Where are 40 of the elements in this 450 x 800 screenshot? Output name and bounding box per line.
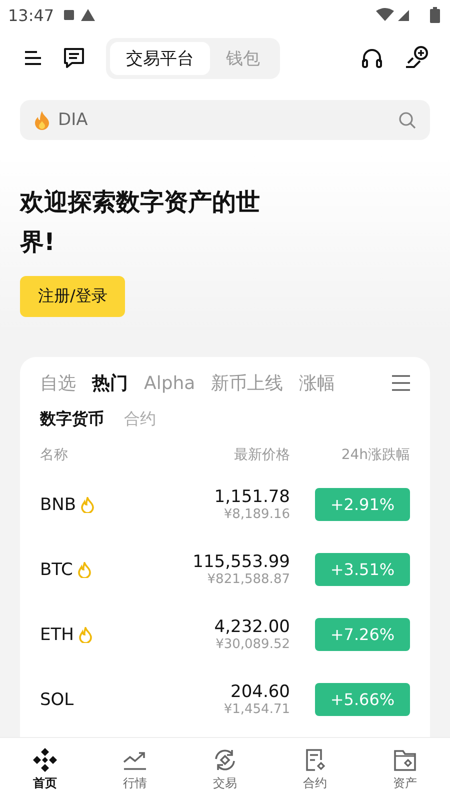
headset-icon[interactable] — [360, 46, 384, 70]
exchange-icon — [212, 746, 238, 772]
last-price: 204.60 — [230, 682, 290, 702]
cny-price: ¥1,454.71 — [224, 702, 290, 717]
welcome-title: 欢迎探索数字资产的世界! — [20, 187, 261, 258]
coin-symbol[interactable]: BNB — [40, 494, 76, 514]
last-price: 115,553.99 — [192, 552, 290, 572]
search-field[interactable]: DIA — [20, 100, 430, 140]
nav-tab[interactable]: 行情 — [90, 738, 180, 800]
coin-symbol[interactable]: SOL — [40, 690, 74, 710]
mode-tab[interactable]: 交易平台 — [110, 42, 210, 74]
status-time: 13:47 — [8, 6, 54, 24]
fire-icon — [34, 110, 50, 130]
cny-price: ¥30,089.52 — [216, 637, 290, 652]
coin-symbol[interactable]: ETH — [40, 624, 74, 644]
change-badge: +7.26% — [315, 618, 410, 651]
change-badge: +5.66% — [315, 683, 410, 716]
search-icon[interactable] — [398, 111, 416, 129]
menu-icon[interactable] — [392, 375, 410, 391]
nav-tab[interactable]: 首页 — [0, 738, 90, 800]
column-header: 名称 — [40, 446, 69, 464]
change-badge: +2.91% — [315, 488, 410, 521]
battery-icon — [430, 7, 440, 23]
market-tab[interactable]: 热门 — [92, 371, 128, 395]
diamond-logo-icon — [32, 746, 58, 772]
nav-tab[interactable]: 合约 — [270, 738, 360, 800]
nav-tab[interactable]: 资产 — [360, 738, 450, 800]
column-header: 24h涨跌幅 — [340, 446, 410, 464]
change-badge: +3.51% — [315, 553, 410, 586]
coin-symbol[interactable]: BTC — [40, 560, 73, 580]
menu-icon[interactable] — [24, 50, 42, 66]
nav-tab[interactable]: 交易 — [180, 738, 270, 800]
chat-icon[interactable] — [62, 46, 86, 70]
column-header: 最新价格 — [233, 446, 290, 464]
cny-price: ¥8,189.16 — [224, 507, 290, 522]
last-price: 1,151.78 — [214, 487, 290, 507]
register-login-button[interactable]: 注册/登录 — [20, 276, 126, 317]
cny-price: ¥821,588.87 — [207, 572, 290, 587]
last-price: 4,232.00 — [214, 617, 290, 637]
market-subtab[interactable]: 数字货币 — [40, 409, 104, 430]
